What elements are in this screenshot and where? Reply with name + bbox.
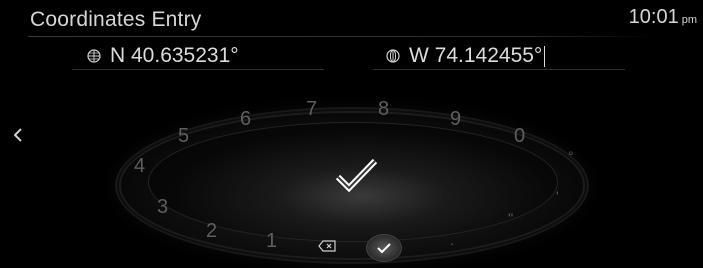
dial-decimal-symbol[interactable]: . xyxy=(450,232,454,248)
clock-ampm: pm xyxy=(681,14,697,26)
title-divider xyxy=(28,36,656,37)
globe-icon xyxy=(386,49,400,63)
dial-digit-9[interactable]: 9 xyxy=(450,108,461,131)
dial-digit-2[interactable]: 2 xyxy=(206,220,217,243)
dial-degree-symbol[interactable]: ° xyxy=(568,148,574,164)
dial-digit-6[interactable]: 6 xyxy=(240,108,251,131)
dial-digit-0[interactable]: 0 xyxy=(514,125,525,148)
longitude-underline xyxy=(373,69,625,70)
dial-digit-4[interactable]: 4 xyxy=(134,155,145,178)
latitude-value: N 40.635231° xyxy=(110,44,239,67)
backspace-icon xyxy=(318,240,336,252)
backspace-button[interactable] xyxy=(317,238,337,254)
back-button[interactable] xyxy=(10,124,26,146)
dial-digit-5[interactable]: 5 xyxy=(178,125,189,148)
dial-digit-3[interactable]: 3 xyxy=(157,196,168,219)
globe-icon xyxy=(87,49,101,63)
longitude-value: W 74.142455° xyxy=(409,44,543,67)
latitude-field[interactable]: N 40.635231° xyxy=(87,42,239,70)
dial-digit-1[interactable]: 1 xyxy=(266,230,277,253)
dial-second-symbol[interactable]: '' xyxy=(508,210,513,226)
longitude-field[interactable]: W 74.142455° xyxy=(386,42,546,70)
checkmark-icon xyxy=(377,243,391,254)
dial-minute-symbol[interactable]: ' xyxy=(556,188,559,204)
dial-digit-7[interactable]: 7 xyxy=(306,98,317,121)
checkmark-icon xyxy=(335,158,378,193)
text-cursor xyxy=(544,45,546,67)
clock: 10:01 pm xyxy=(629,6,697,29)
page-title: Coordinates Entry xyxy=(30,8,202,31)
clock-time: 10:01 xyxy=(628,6,679,28)
center-confirm[interactable] xyxy=(332,155,382,197)
latitude-underline xyxy=(72,69,324,70)
chevron-left-icon xyxy=(13,128,22,142)
dial-digit-8[interactable]: 8 xyxy=(378,98,389,121)
confirm-button[interactable] xyxy=(366,234,402,262)
